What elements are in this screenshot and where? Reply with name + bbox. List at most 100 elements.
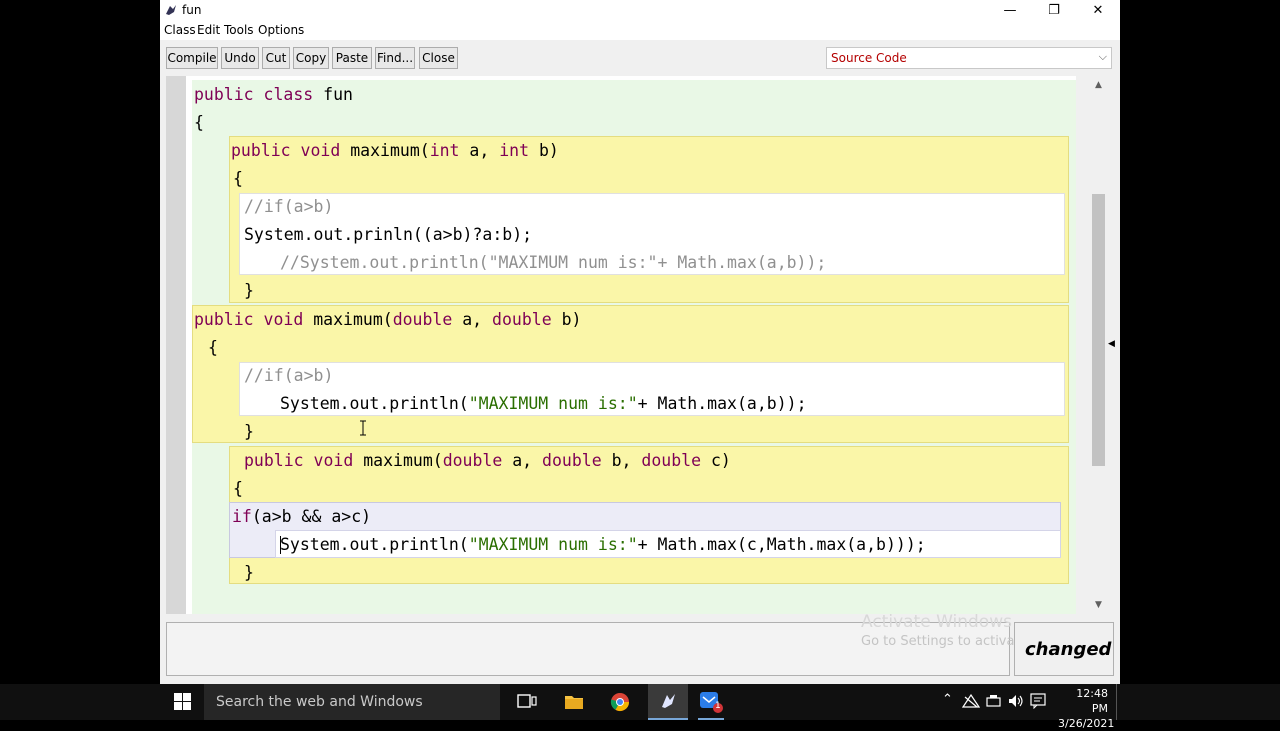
code-keyword: public void [231, 141, 341, 160]
code-line-2: { [194, 113, 204, 132]
code-line-7: //System.out.println("MAXIMUM num is:"+ … [280, 253, 827, 272]
ibeam-cursor-icon [360, 420, 366, 436]
code-text: System.out.println( [280, 535, 469, 554]
view-selector-value: Source Code [831, 51, 907, 65]
chevron-down-icon: ⌵ [1098, 50, 1107, 63]
title-bar[interactable]: fun — ❐ ✕ [160, 0, 1120, 21]
chevron-up-icon[interactable]: ⌃ [942, 692, 953, 707]
code-text: a, [502, 451, 543, 470]
network-icon[interactable] [962, 694, 980, 708]
mail-badge: 1 [715, 701, 721, 711]
taskbar-search[interactable]: Search the web and Windows [204, 684, 500, 720]
clock-date: 3/26/2021 [1058, 717, 1115, 730]
code-keyword: double [641, 451, 702, 470]
code-text: + Math.max(a,b)); [637, 394, 807, 413]
code-text: maximum( [303, 310, 393, 329]
code-keyword: public void [244, 451, 354, 470]
code-line-4: { [233, 169, 243, 188]
scroll-down-icon[interactable]: ▼ [1092, 598, 1105, 612]
minimize-button[interactable]: — [988, 0, 1032, 21]
bluej-taskbar-icon [662, 694, 675, 708]
vertical-scrollbar[interactable]: ▲ ▼ [1090, 76, 1107, 614]
taskbar-search-placeholder: Search the web and Windows [216, 694, 423, 710]
view-selector[interactable]: Source Code ⌵ [826, 47, 1112, 69]
action-center-icon[interactable] [1030, 693, 1046, 709]
file-explorer-icon[interactable] [564, 692, 584, 710]
windows-start-icon[interactable] [174, 693, 191, 710]
code-line-15: { [233, 479, 243, 498]
code-text: b) [529, 141, 559, 160]
code-line-3: public void maximum(int a, int b) [231, 141, 559, 161]
line-gutter[interactable] [166, 76, 186, 614]
code-line-13: } [244, 422, 254, 441]
code-text: a, [452, 310, 493, 329]
code-keyword: public void [194, 310, 304, 329]
taskbar-mail-app[interactable]: 1 [698, 690, 724, 714]
code-line-12: System.out.println("MAXIMUM num is:"+ Ma… [280, 394, 807, 414]
bluej-bird-icon [166, 5, 176, 15]
find-button[interactable]: Find... [375, 47, 415, 69]
system-clock[interactable]: 12:48 PM 3/26/2021 [1058, 686, 1115, 731]
close-window-button[interactable]: ✕ [1076, 0, 1120, 21]
code-text: System.out.println( [280, 394, 469, 413]
code-keyword: int [499, 141, 530, 160]
copy-button[interactable]: Copy [293, 47, 329, 69]
code-keyword: double [392, 310, 453, 329]
chrome-icon[interactable] [610, 692, 630, 712]
code-text: + Math.max(c,Math.max(a,b))); [637, 535, 926, 554]
code-line-14: public void maximum(double a, double b, … [244, 451, 731, 471]
code-keyword: double [442, 451, 503, 470]
code-line-8: } [244, 281, 254, 300]
code-text: fun [313, 85, 353, 104]
activate-windows-watermark: Activate Windows [861, 612, 1012, 632]
code-keyword: int [429, 141, 460, 160]
volume-icon[interactable] [1008, 694, 1024, 708]
code-line-17: System.out.println("MAXIMUM num is:"+ Ma… [280, 535, 926, 555]
close-button[interactable]: Close [419, 47, 458, 69]
scrollbar-thumb[interactable] [1092, 194, 1105, 466]
task-view-icon[interactable] [517, 693, 537, 709]
code-text: b, [601, 451, 642, 470]
code-text: maximum( [353, 451, 443, 470]
code-string: "MAXIMUM num is:" [468, 535, 638, 554]
compile-button[interactable]: Compile [166, 47, 218, 69]
window-title: fun [182, 3, 202, 17]
status-panel: changed [1014, 622, 1114, 676]
code-line-10: { [208, 338, 218, 357]
code-string: "MAXIMUM num is:" [468, 394, 638, 413]
code-editor[interactable]: public class fun { public void maximum(i… [186, 76, 1076, 614]
show-desktop-button[interactable] [1116, 684, 1121, 720]
code-line-6: System.out.prinln((a>b)?a:b); [244, 225, 533, 244]
text-caret [280, 536, 281, 554]
code-text: c) [701, 451, 731, 470]
menu-options[interactable]: Options [258, 23, 304, 37]
scroll-up-icon[interactable]: ▲ [1092, 78, 1105, 92]
menu-class[interactable]: Class [164, 23, 196, 37]
code-keyword: double [492, 310, 552, 329]
clock-time: 12:48 PM [1076, 687, 1108, 715]
code-keyword: if [232, 507, 252, 526]
menu-edit[interactable]: Edit [197, 23, 220, 37]
code-line-5: //if(a>b) [244, 197, 334, 216]
menu-bar: Class Edit Tools Options [160, 21, 1120, 40]
battery-icon[interactable] [986, 694, 1002, 708]
collapse-arrow-icon[interactable]: ◀ [1108, 339, 1115, 349]
paste-button[interactable]: Paste [332, 47, 372, 69]
taskbar-bluej-app[interactable] [648, 684, 688, 720]
code-text: b) [551, 310, 582, 329]
maximize-button[interactable]: ❐ [1032, 0, 1076, 21]
code-line-1: public class fun [194, 85, 353, 105]
code-line-16: if(a>b && a>c) [232, 507, 371, 527]
code-text: maximum( [340, 141, 430, 160]
code-text: (a>b && a>c) [251, 507, 372, 526]
undo-button[interactable]: Undo [221, 47, 259, 69]
code-keyword: double [542, 451, 602, 470]
code-keyword: public class [194, 85, 314, 104]
menu-tools[interactable]: Tools [224, 23, 254, 37]
code-line-11: //if(a>b) [244, 366, 334, 385]
code-line-18: } [244, 563, 254, 582]
cut-button[interactable]: Cut [262, 47, 290, 69]
code-text: a, [459, 141, 500, 160]
status-text: changed [1025, 639, 1112, 660]
code-line-9: public void maximum(double a, double b) [194, 310, 581, 330]
